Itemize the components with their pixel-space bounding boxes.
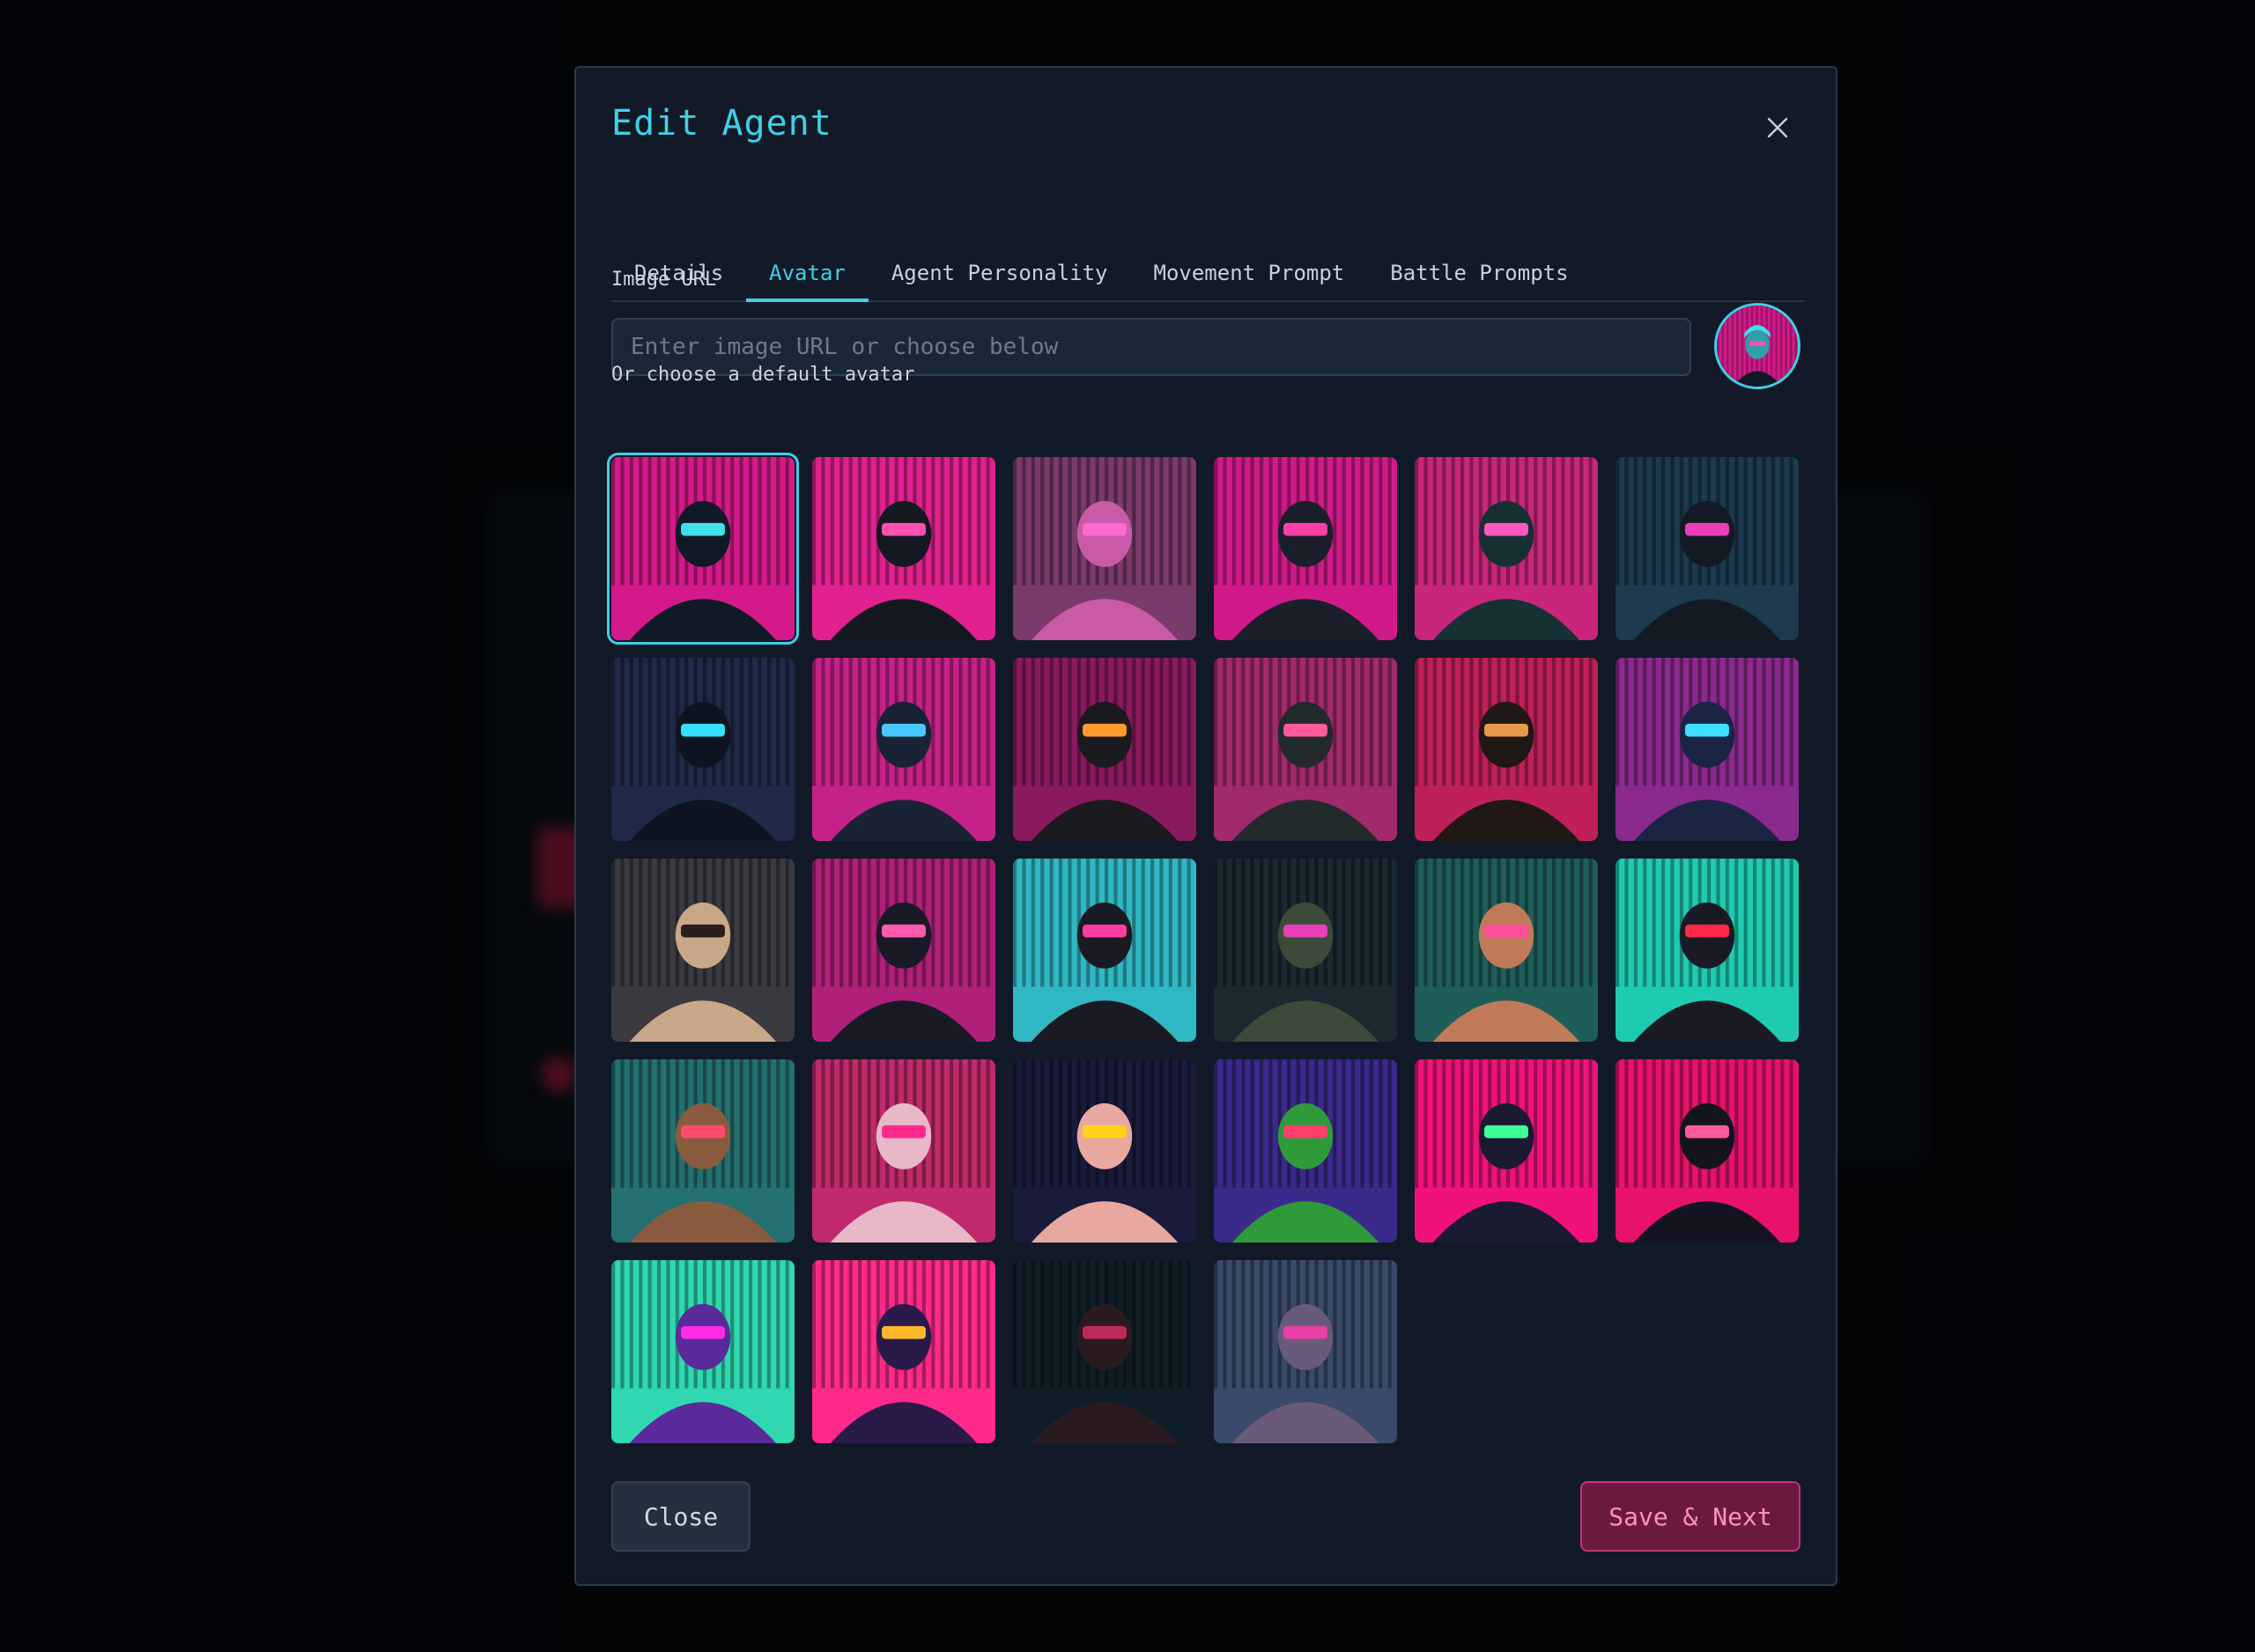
tab-bar: Details Avatar Agent Personality Movemen… [611,233,1804,302]
tab-avatar[interactable]: Avatar [746,233,869,302]
avatar-option-mint-helmet-figure[interactable] [611,1260,795,1443]
avatar-image [1214,1260,1397,1443]
avatar-option-punk-woman[interactable] [611,1059,795,1243]
close-button[interactable]: Close [611,1481,750,1552]
avatar-image [812,1260,995,1443]
avatar-option-old-warrior[interactable] [1214,1260,1397,1443]
avatar-image [1214,658,1397,841]
avatar-image [1615,658,1799,841]
avatar-image [1214,457,1397,640]
avatar-option-teal-woman[interactable] [1415,859,1598,1042]
avatar-image [812,1059,995,1243]
avatar-image [1214,859,1397,1042]
avatar-image [1013,1059,1196,1243]
avatar-option-pink-goggles-girl[interactable] [812,1059,995,1243]
avatar-preview [1714,303,1800,389]
avatar-option-psychedelic-swirl[interactable] [1214,1059,1397,1243]
avatar-option-ape-commander[interactable] [1013,658,1196,841]
image-url-label: Image URL [611,269,717,291]
avatar-option-glitch-silhouette[interactable] [1615,1059,1799,1243]
tab-battle-prompts[interactable]: Battle Prompts [1367,233,1591,300]
avatar-option-penguin-rider[interactable] [812,859,995,1042]
avatar-option-robot-tv-head-soldier[interactable] [812,457,995,640]
avatar-grid [607,453,1799,1443]
avatar-image [1013,658,1196,841]
avatar-option-yellow-goggles-girl[interactable] [1013,1059,1196,1243]
default-avatar-label: Or choose a default avatar [611,364,915,386]
avatar-image [812,859,995,1042]
avatar-option-cyber-girl-cat-ears[interactable] [1013,457,1196,640]
save-next-button[interactable]: Save & Next [1580,1481,1800,1552]
avatar-option-hat-man-teal[interactable] [1013,859,1196,1042]
avatar-image [611,859,795,1042]
avatar-option-red-visor-man[interactable] [1615,859,1799,1042]
avatar-image [1013,1260,1196,1443]
avatar-option-alien-grey[interactable] [611,859,795,1042]
avatar-image [611,1059,795,1243]
avatar-image [611,457,795,640]
avatar-option-elephant-mech[interactable] [1615,658,1799,841]
avatar-image [1415,658,1598,841]
avatar-image [1415,859,1598,1042]
avatar-option-bird-soldier[interactable] [1214,658,1397,841]
avatar-option-hacker-pink-glasses[interactable] [1415,457,1598,640]
avatar-option-frog-mech[interactable] [1214,859,1397,1042]
avatar-option-black-cat-agent[interactable] [611,658,795,841]
avatar-image [611,1260,795,1443]
avatar-option-bearded-hat-elder[interactable] [1013,1260,1196,1443]
avatar-image [1415,457,1598,640]
edit-agent-modal: Edit Agent Details Avatar Agent Personal… [574,66,1837,1586]
avatar-option-dog-robot-visor[interactable] [812,658,995,841]
avatar-image [1013,457,1196,640]
avatar-option-striped-helmet-figure[interactable] [812,1260,995,1443]
avatar-option-magenta-silhouette[interactable] [1415,1059,1598,1243]
avatar-image [611,658,795,841]
avatar-image [1615,457,1799,640]
avatar-option-cyber-bear[interactable] [1615,457,1799,640]
modal-title: Edit Agent [611,103,832,144]
avatar-image [812,658,995,841]
avatar-image [1013,859,1196,1042]
tab-agent-personality[interactable]: Agent Personality [869,233,1131,300]
avatar-option-bearded-man-goggles[interactable] [1214,457,1397,640]
tab-movement-prompt[interactable]: Movement Prompt [1131,233,1368,300]
avatar-option-lion-warrior[interactable] [1415,658,1598,841]
avatar-image [1214,1059,1397,1243]
close-icon[interactable] [1762,112,1793,144]
avatar-option-cyber-woman-pink-visor[interactable] [607,453,799,645]
avatar-image [1415,1059,1598,1243]
avatar-image [1615,859,1799,1042]
avatar-image [812,457,995,640]
avatar-image [1615,1059,1799,1243]
